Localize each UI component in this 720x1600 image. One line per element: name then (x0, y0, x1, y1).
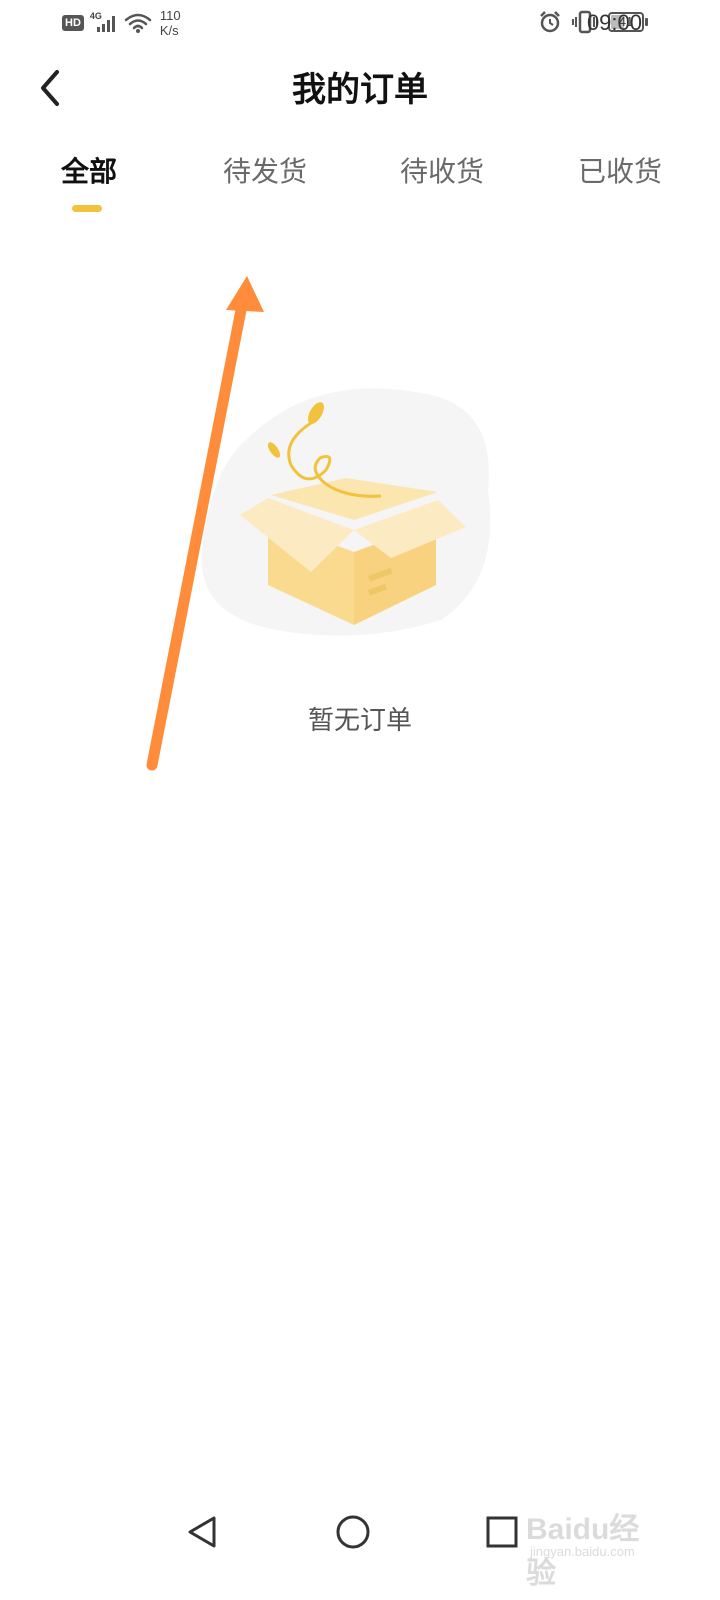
wifi-icon (124, 13, 152, 33)
baidu-watermark: Baidu经验 jingyan.baidu.com (526, 1500, 666, 1590)
status-bar: HD 4G 110 K/s 41 09:00 (0, 0, 720, 48)
nav-back-button[interactable] (178, 1508, 226, 1556)
tab-pending-shipment[interactable]: 待发货 (185, 150, 345, 190)
circle-home-icon (336, 1515, 370, 1549)
open-box-icon (201, 388, 491, 636)
order-tabs: 全部 待发货 待收货 已收货 (0, 150, 720, 220)
network-speed: 110 K/s (160, 8, 181, 38)
tab-received[interactable]: 已收货 (540, 150, 700, 190)
speed-value: 110 (159, 8, 181, 23)
tab-pending-receipt[interactable]: 待收货 (362, 150, 522, 190)
speed-unit: K/s (159, 23, 179, 38)
alarm-icon (540, 11, 560, 33)
watermark-url: jingyan.baidu.com (530, 1544, 635, 1559)
status-bar-left: HD 4G 110 K/s (62, 8, 181, 38)
active-tab-indicator (72, 205, 102, 212)
tab-all[interactable]: 全部 (9, 150, 169, 190)
nav-recents-button[interactable] (478, 1508, 526, 1556)
status-time: 09:00 (586, 10, 642, 35)
nav-home-button[interactable] (329, 1508, 377, 1556)
hd-badge: HD (62, 15, 84, 31)
cellular-signal-icon: 4G (90, 11, 118, 35)
triangle-back-icon (188, 1516, 216, 1548)
page-title: 我的订单 (292, 70, 428, 110)
square-recents-icon (486, 1516, 518, 1548)
empty-message: 暂无订单 (307, 706, 412, 736)
